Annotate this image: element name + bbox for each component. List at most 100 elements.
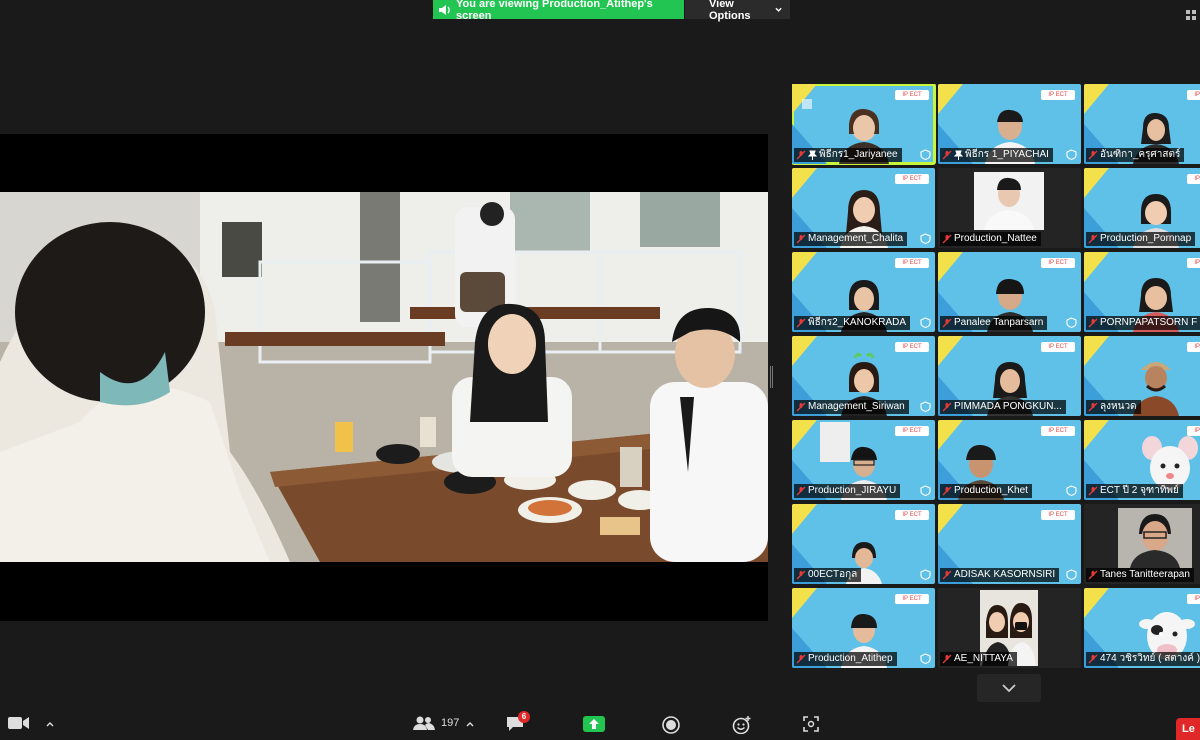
participant-tile[interactable]: AE_NITTAYA bbox=[938, 588, 1081, 668]
gallery-next-page-button[interactable] bbox=[977, 674, 1041, 702]
panel-splitter-handle[interactable] bbox=[770, 366, 773, 388]
muted-mic-icon bbox=[942, 234, 952, 244]
chat-button[interactable]: 6 bbox=[506, 711, 530, 735]
participant-nameplate: Production_Khet bbox=[940, 484, 1032, 498]
participant-gallery: IP ECT พิธีกร1_Jariyanee IP ECT พิธีกร 1… bbox=[792, 84, 1200, 670]
leave-button[interactable]: Le bbox=[1176, 718, 1200, 740]
view-options-button[interactable]: View Options bbox=[684, 0, 790, 22]
participant-nameplate: 474 วชิรวิทย์ ( สตางค์ ) bbox=[1086, 652, 1200, 666]
apps-button[interactable] bbox=[803, 716, 819, 732]
participant-tile[interactable]: IP ECT PORNPAPATSORN F bbox=[1084, 252, 1200, 332]
muted-mic-icon bbox=[796, 150, 806, 160]
participants-options-button[interactable] bbox=[466, 721, 474, 727]
video-options-button[interactable] bbox=[46, 721, 54, 727]
shield-icon bbox=[920, 149, 931, 160]
muted-mic-icon bbox=[942, 654, 952, 664]
pin-icon bbox=[954, 150, 963, 160]
participant-tile[interactable]: IP ECT อันฑิกา_ครุศาสตร์ bbox=[1084, 84, 1200, 164]
shield-icon bbox=[1066, 569, 1077, 580]
participant-nameplate: Production_Atithep bbox=[794, 652, 897, 666]
apps-icon bbox=[803, 716, 819, 732]
participant-tile[interactable]: Production_Nattee bbox=[938, 168, 1081, 248]
shield-icon bbox=[920, 485, 931, 496]
participant-tile[interactable]: IP ECT 474 วชิรวิทย์ ( สตางค์ ) bbox=[1084, 588, 1200, 668]
pin-icon bbox=[808, 150, 817, 160]
participant-tile[interactable]: IP ECT พิธีกร1_Jariyanee bbox=[792, 84, 936, 165]
participant-nameplate: พิธีกร2_KANOKRADA bbox=[794, 316, 911, 330]
speaker-icon bbox=[439, 4, 450, 15]
muted-mic-icon bbox=[1088, 654, 1098, 664]
participant-nameplate: Production_Nattee bbox=[940, 232, 1041, 246]
participant-nameplate: ADISAK KASORNSIRI bbox=[940, 568, 1060, 582]
participant-nameplate: พิธีกร 1_PIYACHAI bbox=[940, 148, 1053, 162]
participant-tile[interactable]: IP ECT ลุงหนวด bbox=[1084, 336, 1200, 416]
chevron-up-icon bbox=[46, 722, 54, 727]
muted-mic-icon bbox=[796, 318, 806, 328]
shield-icon bbox=[1066, 317, 1077, 328]
participant-nameplate: ลุงหนวด bbox=[1086, 400, 1141, 414]
participants-count: 197 bbox=[441, 717, 460, 729]
muted-mic-icon bbox=[1088, 150, 1098, 160]
muted-mic-icon bbox=[942, 150, 952, 160]
cafeteria-scene-image bbox=[0, 192, 768, 562]
participant-nameplate: Production_Pornnap bbox=[1086, 232, 1196, 246]
participant-tile[interactable]: IP ECT Panalee Tanparsarn bbox=[938, 252, 1081, 332]
muted-mic-icon bbox=[1088, 318, 1098, 328]
participant-nameplate: Panalee Tanparsarn bbox=[940, 316, 1048, 330]
participant-nameplate: Management_Siriwan bbox=[794, 400, 909, 414]
chevron-down-icon bbox=[775, 7, 782, 12]
shield-icon bbox=[920, 233, 931, 244]
screen-share-banner: You are viewing Production_Atithep's scr… bbox=[433, 0, 790, 22]
chevron-up-icon bbox=[466, 722, 474, 727]
shield-icon bbox=[920, 569, 931, 580]
record-icon bbox=[662, 716, 680, 734]
muted-mic-icon bbox=[796, 570, 806, 580]
participant-tile[interactable]: IP ECT ADISAK KASORNSIRI bbox=[938, 504, 1081, 584]
muted-mic-icon bbox=[796, 654, 806, 664]
participant-tile[interactable]: IP ECT Production_Atithep bbox=[792, 588, 935, 668]
emoji-reaction-icon bbox=[732, 716, 751, 734]
shield-icon bbox=[920, 317, 931, 328]
meeting-toolbar: 197 6 Le bbox=[0, 708, 1200, 740]
muted-mic-icon bbox=[796, 486, 806, 496]
muted-mic-icon bbox=[1088, 486, 1098, 496]
share-screen-icon bbox=[583, 716, 605, 732]
muted-mic-icon bbox=[1088, 234, 1098, 244]
participant-tile[interactable]: IP ECT พิธีกร 1_PIYACHAI bbox=[938, 84, 1081, 164]
reactions-button[interactable] bbox=[732, 716, 752, 734]
participant-nameplate: อันฑิกา_ครุศาสตร์ bbox=[1086, 148, 1185, 162]
muted-mic-icon bbox=[942, 486, 952, 496]
video-button[interactable] bbox=[8, 716, 30, 730]
share-screen-button[interactable] bbox=[583, 716, 605, 732]
sharing-text: You are viewing Production_Atithep's scr… bbox=[456, 0, 653, 22]
muted-mic-icon bbox=[1088, 570, 1098, 580]
viewing-screen-indicator: You are viewing Production_Atithep's scr… bbox=[433, 0, 684, 22]
muted-mic-icon bbox=[942, 570, 952, 580]
participant-tile[interactable]: IP ECT Management_Chalita bbox=[792, 168, 935, 248]
muted-mic-icon bbox=[1088, 402, 1098, 412]
participant-nameplate: พิธีกร1_Jariyanee bbox=[794, 148, 902, 162]
participants-icon bbox=[413, 716, 435, 730]
participant-nameplate: Production_JIRAYU bbox=[794, 484, 901, 498]
muted-mic-icon bbox=[796, 402, 806, 412]
gallery-layout-icon[interactable] bbox=[1186, 10, 1196, 20]
record-button[interactable] bbox=[662, 716, 680, 734]
participant-tile[interactable]: IP ECT ECT ปี 2 จุฑาทิพย์ bbox=[1084, 420, 1200, 500]
muted-mic-icon bbox=[796, 234, 806, 244]
participant-nameplate: ECT ปี 2 จุฑาทิพย์ bbox=[1086, 484, 1183, 498]
participant-tile[interactable]: IP ECT Production_JIRAYU bbox=[792, 420, 935, 500]
participant-tile[interactable]: IP ECT 00ECTอกุล bbox=[792, 504, 935, 584]
video-camera-icon bbox=[8, 717, 29, 729]
shield-icon bbox=[1066, 149, 1077, 160]
shared-video-frame bbox=[0, 192, 768, 562]
participant-tile[interactable]: Tanes Tanitteerapan bbox=[1084, 504, 1200, 584]
participant-tile[interactable]: IP ECT Management_Siriwan bbox=[792, 336, 935, 416]
shield-icon bbox=[1066, 485, 1077, 496]
participant-nameplate: AE_NITTAYA bbox=[940, 652, 1017, 666]
participant-tile[interactable]: IP ECT Production_Pornnap bbox=[1084, 168, 1200, 248]
participants-button[interactable]: 197 bbox=[413, 716, 459, 730]
participant-tile[interactable]: IP ECT PIMMADA PONGKUN... bbox=[938, 336, 1081, 416]
chevron-down-icon bbox=[1002, 683, 1016, 692]
participant-tile[interactable]: IP ECT Production_Khet bbox=[938, 420, 1081, 500]
participant-tile[interactable]: IP ECT พิธีกร2_KANOKRADA bbox=[792, 252, 935, 332]
